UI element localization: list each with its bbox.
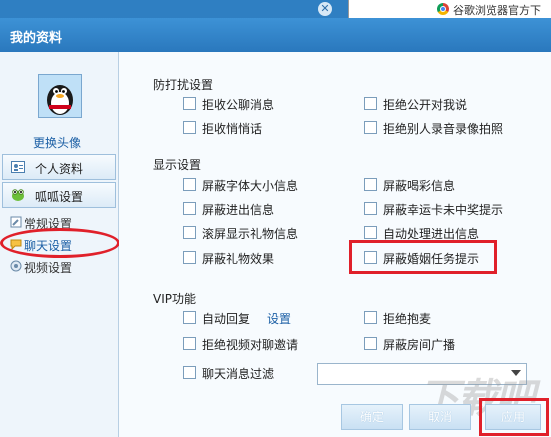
cancel-button[interactable]: 取消 [409,404,471,430]
sidebar-subitem-label: 视频设置 [24,261,73,275]
window-title: 我的资料 [10,31,63,46]
ok-button[interactable]: 确定 [341,404,403,430]
profile-card-icon [11,161,25,173]
option-label: 屏蔽房间广播 [383,338,456,352]
option-label: 屏蔽礼物效果 [202,252,275,266]
checkbox[interactable] [364,178,377,191]
checkbox[interactable] [183,226,196,239]
checkbox[interactable] [364,121,377,134]
penguin-icon [39,75,81,117]
sidebar-item-label: 呱呱设置 [35,190,84,204]
option-label: 屏蔽进出信息 [202,203,275,217]
checkbox[interactable] [364,226,377,239]
option-label: 聊天消息过滤 [202,367,275,381]
checkbox[interactable] [183,178,196,191]
avatar[interactable] [38,74,82,118]
sidebar-item-guagua-settings[interactable]: 呱呱设置 [2,182,116,208]
option-label: 拒绝视频对聊邀请 [202,338,299,352]
checkbox[interactable] [364,97,377,110]
checkbox[interactable] [183,251,196,264]
close-icon[interactable]: ✕ [318,2,332,16]
option-label: 拒绝别人录音录像拍照 [383,122,504,136]
option-label: 屏蔽字体大小信息 [202,179,299,193]
sidebar-item-label: 个人资料 [35,162,84,176]
settings-panel: 防打扰设置 拒收公聊消息 拒绝公开对我说 拒收悄悄话 拒绝别人录音录像拍照 显示… [119,52,551,437]
camera-icon [10,260,22,272]
option-label: 拒收公聊消息 [202,98,275,112]
option-label: 拒绝公开对我说 [383,98,468,112]
browser-tab-label: 谷歌浏览器官方下 [453,4,541,17]
checkbox[interactable] [183,97,196,110]
change-avatar-link[interactable]: 更换头像 [33,134,81,151]
wrench-icon [10,216,22,228]
checkbox[interactable] [364,202,377,215]
window-titlebar: 我的资料 [0,18,551,52]
browser-strip: ✕ 谷歌浏览器官方下 [0,0,551,18]
option-label: 屏蔽幸运卡未中奖提示 [383,203,504,217]
highlight-rect-apply [479,398,549,436]
checkbox[interactable] [183,337,196,350]
checkbox[interactable] [183,311,196,324]
highlight-rect-marriage-task [349,240,497,274]
section-title-anti-harass: 防打扰设置 [153,78,214,92]
option-label: 自动回复 [202,312,251,326]
option-label: 拒绝抱麦 [383,312,432,326]
checkbox[interactable] [183,202,196,215]
section-title-display: 显示设置 [153,158,202,172]
option-label: 滚屏显示礼物信息 [202,227,299,241]
checkbox[interactable] [183,366,196,379]
chrome-icon [437,3,449,15]
option-label: 屏蔽喝彩信息 [383,179,456,193]
checkbox[interactable] [183,121,196,134]
checkbox[interactable] [364,337,377,350]
frog-icon [12,189,24,201]
highlight-ellipse [0,228,120,258]
option-label: 拒收悄悄话 [202,122,263,136]
checkbox[interactable] [364,311,377,324]
section-title-vip: VIP功能 [153,292,196,306]
browser-tab[interactable]: 谷歌浏览器官方下 [348,0,551,18]
auto-reply-settings-link[interactable]: 设置 [267,310,291,327]
sidebar-item-profile[interactable]: 个人资料 [2,154,116,180]
